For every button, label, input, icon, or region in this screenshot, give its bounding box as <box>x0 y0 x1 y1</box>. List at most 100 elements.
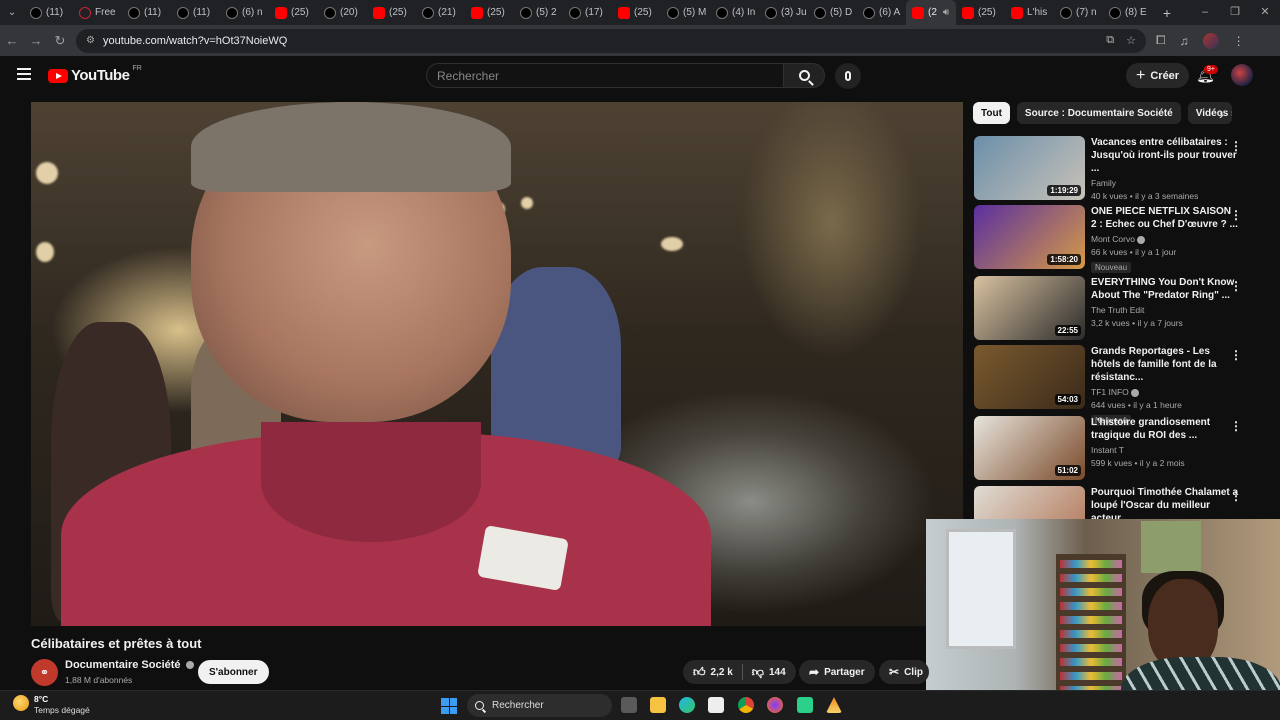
tab-search-chevron-icon[interactable]: ⌄ <box>0 0 24 25</box>
account-avatar[interactable] <box>1231 64 1253 86</box>
video-thumbnail[interactable]: 54:03 <box>974 345 1085 409</box>
browser-tab[interactable]: (7) n <box>1054 0 1103 25</box>
video-title-link[interactable]: Grands Reportages - Les hôtels de famill… <box>1091 345 1239 384</box>
like-count[interactable]: 2,2 k <box>711 667 733 678</box>
video-title-link[interactable]: Vacances entre célibataires : Jusqu'où i… <box>1091 136 1239 175</box>
media-control-icon[interactable]: ♫ <box>1180 34 1189 48</box>
clip-button[interactable]: ✂ Clip <box>879 660 929 684</box>
voice-search-button[interactable] <box>835 63 861 89</box>
temperature[interactable]: 8°C <box>34 694 48 704</box>
filter-chip[interactable]: Tout <box>973 102 1010 124</box>
browser-tab[interactable]: (6) n <box>220 0 269 25</box>
browser-tab[interactable]: (8) E <box>1103 0 1152 25</box>
video-channel[interactable]: The Truth Edit <box>1091 305 1239 315</box>
chips-next-arrow-icon[interactable]: › <box>1219 106 1224 122</box>
related-video-item[interactable]: 22:55 EVERYTHING You Don't Know About The… <box>974 276 1264 340</box>
close-window-icon[interactable]: ✕ <box>1250 0 1280 25</box>
video-channel[interactable]: TF1 INFO <box>1091 387 1239 397</box>
more-actions-icon[interactable]: ⋮ <box>1230 139 1242 153</box>
chrome-icon[interactable] <box>738 697 754 713</box>
video-thumbnail[interactable]: 1:19:29 <box>974 136 1085 200</box>
back-icon[interactable]: ← <box>0 33 24 48</box>
search-button[interactable] <box>783 63 825 88</box>
browser-tab[interactable]: (25) <box>465 0 514 25</box>
dislike-count[interactable]: 144 <box>769 667 786 678</box>
store-icon[interactable] <box>708 697 724 713</box>
extensions-icon[interactable]: ⧠ <box>1156 33 1166 48</box>
video-title-link[interactable]: EVERYTHING You Don't Know About The "Pre… <box>1091 276 1239 302</box>
share-button[interactable]: ➦ Partager <box>799 660 875 684</box>
more-actions-icon[interactable]: ⋮ <box>1230 419 1242 433</box>
browser-tab[interactable]: L'his <box>1005 0 1054 25</box>
maximize-icon[interactable]: ❐ <box>1220 0 1250 25</box>
address-bar[interactable]: ⚙ youtube.com/watch?v=hOt37NoieWQ ⧉ ☆ <box>76 28 1146 53</box>
browser-tab[interactable]: (2🔊︎✕ <box>906 0 956 25</box>
youtube-logo[interactable]: YouTube FR <box>48 65 142 84</box>
like-icon[interactable]: 👍︎ <box>693 665 706 680</box>
video-thumbnail[interactable]: 22:55 <box>974 276 1085 340</box>
browser-tab[interactable]: (17) <box>563 0 612 25</box>
video-channel[interactable]: Instant T <box>1091 445 1239 455</box>
browser-tab[interactable]: (25) <box>367 0 416 25</box>
video-player[interactable] <box>31 102 963 626</box>
reload-icon[interactable]: ↻ <box>48 33 72 49</box>
weather-description[interactable]: Temps dégagé <box>34 705 90 715</box>
minimize-icon[interactable]: – <box>1190 0 1220 25</box>
install-app-icon[interactable]: ⧉ <box>1106 34 1114 47</box>
speaker-icon[interactable]: 🔊︎ <box>943 7 949 18</box>
forward-icon[interactable]: → <box>24 33 48 48</box>
video-channel[interactable]: Family <box>1091 178 1239 188</box>
browser-tab[interactable]: (11) <box>24 0 73 25</box>
browser-tab[interactable]: (5) M <box>661 0 710 25</box>
more-actions-icon[interactable]: ⋮ <box>1230 208 1242 222</box>
browser-tab[interactable]: (11) <box>171 0 220 25</box>
browser-tab[interactable]: (25) <box>956 0 1005 25</box>
create-button[interactable]: + Créer <box>1126 63 1190 88</box>
related-video-item[interactable]: 51:02 L'histoire grandiosement tragique d… <box>974 416 1264 480</box>
menu-icon[interactable] <box>17 68 31 80</box>
more-actions-icon[interactable]: ⋮ <box>1230 348 1242 362</box>
filter-chip[interactable]: Source : Documentaire Société <box>1016 102 1181 124</box>
browser-tab[interactable]: (25) <box>612 0 661 25</box>
video-thumbnail[interactable]: 51:02 <box>974 416 1085 480</box>
video-title-link[interactable]: L'histoire grandiosement tragique du ROI… <box>1091 416 1239 442</box>
firefox-icon[interactable] <box>767 697 783 713</box>
weather-moon-icon[interactable] <box>13 695 29 711</box>
subscribe-button[interactable]: S'abonner <box>198 660 269 684</box>
browser-tab[interactable]: (21) <box>416 0 465 25</box>
bookmark-star-icon[interactable]: ☆ <box>1126 34 1136 47</box>
vlc-icon[interactable] <box>826 697 842 713</box>
channel-name[interactable]: Documentaire Société <box>65 659 194 671</box>
browser-tab[interactable]: (5) D <box>808 0 857 25</box>
browser-tab[interactable]: (3) Ju <box>759 0 808 25</box>
dislike-icon[interactable]: 👎︎ <box>752 665 764 680</box>
browser-tab[interactable]: (6) A <box>857 0 906 25</box>
video-thumbnail[interactable]: 1:58:20 <box>974 205 1085 269</box>
browser-menu-icon[interactable]: ⋮ <box>1233 34 1245 48</box>
related-video-item[interactable]: 1:58:20 ONE PIECE NETFLIX SAISON 2 : Eche… <box>974 205 1264 273</box>
filter-chip[interactable]: Vidéos s <box>1187 102 1232 124</box>
edge-icon[interactable] <box>679 697 695 713</box>
channel-avatar[interactable]: ⚭ <box>31 659 58 686</box>
search-input[interactable]: Rechercher <box>426 63 784 88</box>
task-view-icon[interactable] <box>621 697 637 713</box>
site-info-icon[interactable]: ⚙ <box>86 35 95 46</box>
video-title-link[interactable]: ONE PIECE NETFLIX SAISON 2 : Echec ou Ch… <box>1091 205 1239 231</box>
browser-tab[interactable]: (5) 2 <box>514 0 563 25</box>
browser-tab[interactable]: (20) <box>318 0 367 25</box>
app-green-icon[interactable] <box>797 697 813 713</box>
profile-avatar[interactable] <box>1202 32 1219 49</box>
browser-tab[interactable]: (25) <box>269 0 318 25</box>
more-actions-icon[interactable]: ⋮ <box>1230 279 1242 293</box>
related-video-item[interactable]: 1:19:29 Vacances entre célibataires : Jus… <box>974 136 1264 201</box>
windows-start-icon[interactable] <box>441 698 457 714</box>
taskbar-search[interactable]: Rechercher <box>467 694 612 717</box>
more-actions-icon[interactable]: ⋮ <box>1230 489 1242 503</box>
browser-tab[interactable]: (4) In <box>710 0 759 25</box>
new-tab-button[interactable]: + <box>1156 5 1178 21</box>
file-explorer-icon[interactable] <box>650 697 666 713</box>
browser-tab[interactable]: (11) <box>122 0 171 25</box>
video-channel[interactable]: Mont Corvo <box>1091 234 1239 244</box>
related-video-item[interactable]: 54:03 Grands Reportages - Les hôtels de f… <box>974 345 1264 426</box>
browser-tab[interactable]: Free <box>73 0 122 25</box>
